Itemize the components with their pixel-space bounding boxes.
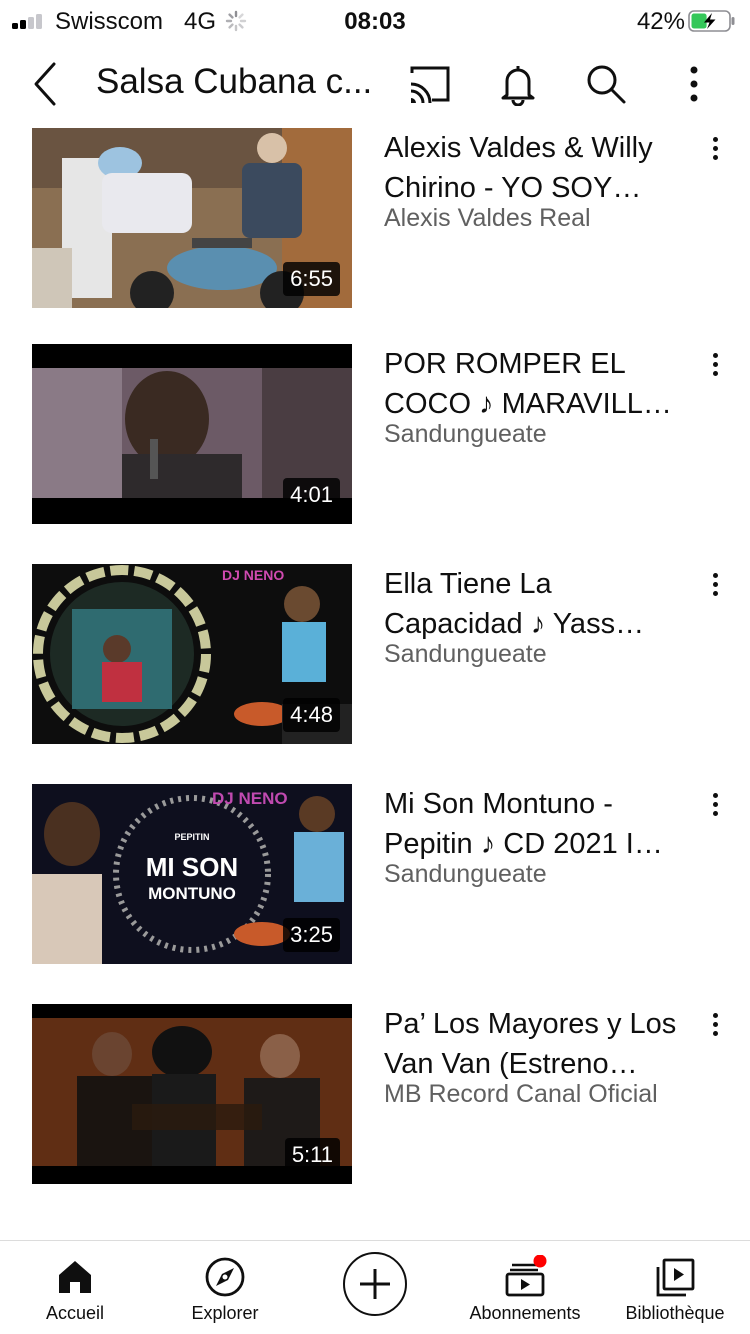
notification-dot bbox=[533, 1255, 547, 1268]
search-icon bbox=[587, 65, 626, 104]
video-title[interactable]: Mi Son Montuno - Pepitin ♪ CD 2021 I… bbox=[384, 784, 692, 864]
top-app-bar: Salsa Cubana c... bbox=[0, 42, 750, 126]
video-list-item[interactable]: 5:11 Pa’ Los Mayores y Los Van Van (Estr… bbox=[0, 1004, 750, 1184]
cast-icon bbox=[410, 66, 450, 104]
subscriptions-icon bbox=[505, 1255, 547, 1297]
compass-icon bbox=[205, 1257, 245, 1297]
video-list-item[interactable]: 6:55 Alexis Valdes & Willy Chirino - YO … bbox=[0, 128, 750, 308]
video-title[interactable]: Ella Tiene La Capacidad ♪ Yass… bbox=[384, 564, 692, 644]
video-thumbnail[interactable]: 4:01 bbox=[32, 344, 352, 524]
search-button[interactable] bbox=[584, 62, 628, 106]
nav-label: Accueil bbox=[45, 1303, 105, 1323]
chevron-left-icon bbox=[34, 62, 56, 106]
thumbnail-text-dj: DJ NENO bbox=[212, 789, 288, 808]
add-icon bbox=[360, 1269, 390, 1299]
back-button[interactable] bbox=[22, 60, 70, 108]
battery-percent: 42% bbox=[636, 8, 685, 35]
bell-icon bbox=[501, 66, 535, 107]
page-title: Salsa Cubana c... bbox=[96, 62, 373, 101]
video-thumbnail[interactable]: DJ NENO PEPITIN MI SON MONTUNO 3:25 bbox=[32, 784, 352, 964]
channel-name[interactable]: Sandungueate bbox=[384, 420, 547, 449]
video-more-button[interactable] bbox=[702, 134, 728, 168]
nav-item-home[interactable]: Accueil bbox=[0, 1241, 150, 1334]
video-duration: 3:25 bbox=[283, 918, 340, 952]
video-title[interactable]: POR ROMPER EL COCO ♪ MARAVILL… bbox=[384, 344, 692, 424]
thumbnail-text: DJ NENO bbox=[222, 567, 284, 583]
channel-name[interactable]: Sandungueate bbox=[384, 640, 547, 669]
video-list-item[interactable]: DJ NENO PEPITIN MI SON MONTUNO 3:25 Mi S… bbox=[0, 784, 750, 964]
video-list: 6:55 Alexis Valdes & Willy Chirino - YO … bbox=[0, 126, 750, 1240]
video-thumbnail[interactable]: DJ NENO 4:48 bbox=[32, 564, 352, 744]
video-thumbnail[interactable]: 6:55 bbox=[32, 128, 352, 308]
video-list-item[interactable]: 4:01 POR ROMPER EL COCO ♪ MARAVILL… Sand… bbox=[0, 344, 750, 524]
nav-label: Abonnements bbox=[469, 1303, 581, 1323]
video-title[interactable]: Alexis Valdes & Willy Chirino - YO SOY… bbox=[384, 128, 692, 208]
cast-button[interactable] bbox=[408, 62, 452, 106]
more-vertical-icon bbox=[690, 66, 698, 102]
library-icon bbox=[656, 1258, 695, 1297]
create-button[interactable] bbox=[343, 1252, 407, 1316]
thumbnail-text-title-2: MONTUNO bbox=[148, 884, 236, 903]
video-duration: 4:48 bbox=[283, 698, 340, 732]
video-more-button[interactable] bbox=[702, 790, 728, 824]
channel-name[interactable]: Sandungueate bbox=[384, 860, 547, 889]
video-thumbnail[interactable]: 5:11 bbox=[32, 1004, 352, 1184]
nav-label: Explorer bbox=[191, 1303, 259, 1323]
video-title[interactable]: Pa’ Los Mayores y Los Van Van (Estreno… bbox=[384, 1004, 692, 1084]
video-more-button[interactable] bbox=[702, 350, 728, 384]
nav-label: Bibliothèque bbox=[625, 1303, 725, 1323]
video-duration: 5:11 bbox=[284, 1138, 340, 1172]
battery-charging-icon bbox=[688, 10, 735, 32]
video-duration: 6:55 bbox=[283, 262, 340, 296]
header-more-button[interactable] bbox=[672, 62, 716, 106]
thumbnail-text-artist: PEPITIN bbox=[174, 832, 209, 842]
nav-item-subscriptions[interactable]: Abonnements bbox=[450, 1241, 600, 1334]
home-icon bbox=[59, 1261, 91, 1293]
video-more-button[interactable] bbox=[702, 1010, 728, 1044]
video-list-item[interactable]: DJ NENO 4:48 Ella Tiene La Capacidad ♪ Y… bbox=[0, 564, 750, 744]
channel-name[interactable]: Alexis Valdes Real bbox=[384, 204, 591, 233]
channel-name[interactable]: MB Record Canal Oficial bbox=[384, 1080, 658, 1109]
bottom-navigation: Accueil Explorer Abonnements Bibliothèqu… bbox=[0, 1240, 750, 1334]
nav-item-library[interactable]: Bibliothèque bbox=[600, 1241, 750, 1334]
status-bar: Swisscom 4G 08:03 42% bbox=[0, 0, 750, 42]
video-more-button[interactable] bbox=[702, 570, 728, 604]
nav-item-explore[interactable]: Explorer bbox=[150, 1241, 300, 1334]
video-duration: 4:01 bbox=[283, 478, 340, 512]
notifications-button[interactable] bbox=[496, 62, 540, 107]
thumbnail-text-title-1: MI SON bbox=[146, 852, 238, 882]
